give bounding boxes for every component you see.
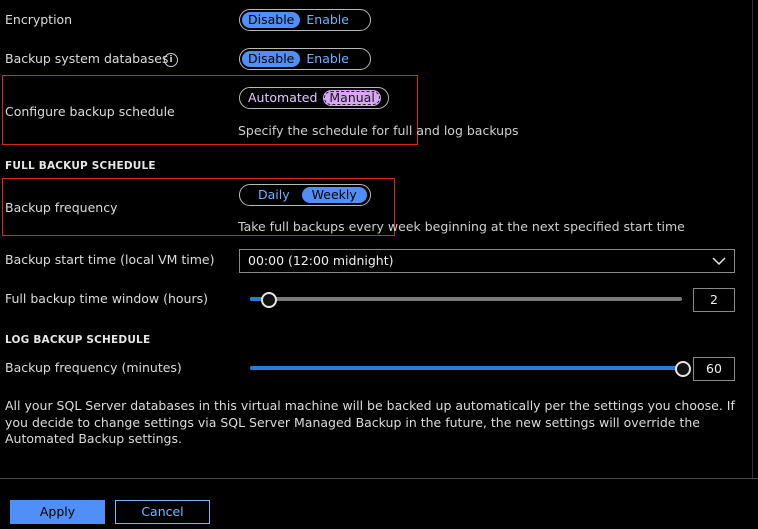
time-window-slider-handle[interactable] [261, 292, 277, 308]
chevron-down-icon [712, 257, 726, 266]
encryption-disable-option[interactable]: Disable [242, 12, 301, 28]
backup-frequency-label: Backup frequency [5, 200, 118, 215]
schedule-manual-option[interactable]: Manual [323, 90, 381, 106]
time-window-slider-track[interactable] [250, 297, 682, 301]
full-backup-section-title: FULL BACKUP SCHEDULE [5, 160, 156, 172]
configure-schedule-toggle[interactable]: Automated Manual [239, 87, 389, 109]
backup-note: All your SQL Server databases in this vi… [5, 398, 735, 446]
backup-start-time-label: Backup start time (local VM time) [5, 252, 215, 267]
backup-system-databases-label: Backup system databases [5, 51, 169, 66]
backup-frequency-hint: Take full backups every week beginning a… [238, 219, 685, 234]
cancel-button[interactable]: Cancel [115, 500, 210, 524]
log-frequency-label: Backup frequency (minutes) [5, 360, 182, 375]
time-window-label: Full backup time window (hours) [5, 291, 209, 306]
encryption-enable-option[interactable]: Enable [300, 12, 355, 28]
log-frequency-input[interactable]: 60 [693, 357, 735, 381]
backup-system-enable-option[interactable]: Enable [300, 51, 355, 67]
configure-schedule-label: Configure backup schedule [5, 104, 175, 119]
frequency-weekly-option[interactable]: Weekly [301, 187, 367, 203]
log-frequency-slider-handle[interactable] [675, 361, 691, 377]
log-backup-section-title: LOG BACKUP SCHEDULE [5, 334, 151, 346]
configure-schedule-hint: Specify the schedule for full and log ba… [238, 123, 519, 138]
info-icon[interactable]: i [164, 53, 178, 67]
backup-system-disable-option[interactable]: Disable [242, 51, 301, 67]
backup-start-time-value: 00:00 (12:00 midnight) [248, 253, 394, 268]
panel-edge [752, 0, 753, 478]
apply-button[interactable]: Apply [10, 500, 105, 524]
encryption-toggle[interactable]: Disable Enable [239, 9, 371, 31]
backup-system-databases-toggle[interactable]: Disable Enable [239, 48, 371, 70]
encryption-label: Encryption [5, 12, 73, 27]
backup-start-time-select[interactable]: 00:00 (12:00 midnight) [239, 249, 735, 273]
frequency-daily-option[interactable]: Daily [242, 187, 302, 203]
schedule-automated-option[interactable]: Automated [242, 90, 323, 106]
time-window-input[interactable]: 2 [693, 288, 735, 312]
footer-divider [0, 478, 758, 479]
log-frequency-slider-fill [250, 366, 682, 370]
backup-frequency-toggle[interactable]: Daily Weekly [239, 184, 371, 206]
